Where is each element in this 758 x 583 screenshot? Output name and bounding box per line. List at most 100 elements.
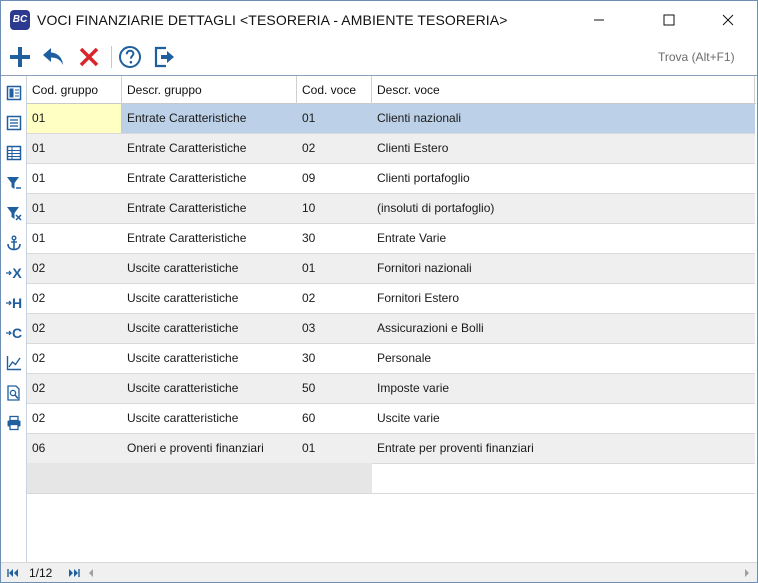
table-row[interactable]: 01 Entrate Caratteristiche 09 Clienti po… bbox=[27, 164, 755, 194]
grid-header: Cod. gruppo Descr. gruppo Cod. voce Desc… bbox=[27, 76, 756, 104]
column-header-cod-voce[interactable]: Cod. voce bbox=[297, 76, 372, 104]
table-row[interactable]: 02 Uscite caratteristiche 01 Fornitori n… bbox=[27, 254, 755, 284]
delete-icon bbox=[79, 47, 99, 67]
close-button[interactable] bbox=[705, 1, 751, 39]
cell-descr-voce[interactable]: Clienti portafoglio bbox=[372, 164, 755, 193]
page-indicator: 1/12 bbox=[29, 566, 53, 580]
maximize-button[interactable] bbox=[646, 1, 692, 39]
cell-cod-voce[interactable]: 03 bbox=[297, 314, 372, 343]
first-page-button[interactable] bbox=[6, 566, 20, 580]
table-row[interactable]: 01 Entrate Caratteristiche 01 Clienti na… bbox=[27, 104, 755, 134]
cell-cod-gruppo[interactable]: 06 bbox=[27, 434, 122, 463]
cell-descr-gruppo[interactable]: Entrate Caratteristiche bbox=[122, 224, 297, 253]
cell-descr-voce[interactable]: Uscite varie bbox=[372, 404, 755, 433]
filter-clear-icon bbox=[7, 207, 22, 221]
cell-cod-voce[interactable]: 02 bbox=[297, 284, 372, 313]
cell-cod-gruppo[interactable]: 01 bbox=[27, 194, 122, 223]
cell-cod-voce[interactable]: 30 bbox=[297, 344, 372, 373]
cell-descr-voce[interactable]: Entrate per proventi finanziari bbox=[372, 434, 755, 463]
chart-button[interactable] bbox=[4, 352, 24, 374]
table-row[interactable]: 02 Uscite caratteristiche 50 Imposte var… bbox=[27, 374, 755, 404]
cell-descr-voce[interactable]: Personale bbox=[372, 344, 755, 373]
cell-descr-gruppo[interactable]: Entrate Caratteristiche bbox=[122, 104, 297, 133]
scroll-left-icon[interactable] bbox=[87, 568, 95, 578]
cell-cod-voce[interactable]: 10 bbox=[297, 194, 372, 223]
help-button[interactable] bbox=[115, 42, 145, 72]
table-row[interactable]: 01 Entrate Caratteristiche 30 Entrate Va… bbox=[27, 224, 755, 254]
column-h-button[interactable]: H bbox=[4, 292, 24, 314]
table-row[interactable]: 01 Entrate Caratteristiche 10 (insoluti … bbox=[27, 194, 755, 224]
cell-cod-gruppo[interactable]: 02 bbox=[27, 314, 122, 343]
cell-descr-gruppo[interactable]: Uscite caratteristiche bbox=[122, 314, 297, 343]
cell-descr-voce[interactable]: Fornitori Estero bbox=[372, 284, 755, 313]
cell-cod-gruppo[interactable]: 01 bbox=[27, 134, 122, 163]
column-header-descr-gruppo[interactable]: Descr. gruppo bbox=[122, 76, 297, 104]
scroll-right-icon[interactable] bbox=[743, 568, 751, 578]
cell-cod-voce[interactable]: 60 bbox=[297, 404, 372, 433]
undo-button[interactable] bbox=[39, 42, 69, 72]
column-c-button[interactable]: C bbox=[4, 322, 24, 344]
title-bar[interactable]: BC VOCI FINANZIARIE DETTAGLI <TESORERIA … bbox=[1, 1, 757, 39]
list-view-icon bbox=[6, 115, 22, 131]
cell-descr-gruppo[interactable]: Uscite caratteristiche bbox=[122, 254, 297, 283]
cell-descr-gruppo[interactable]: Entrate Caratteristiche bbox=[122, 164, 297, 193]
cell-descr-gruppo[interactable]: Uscite caratteristiche bbox=[122, 284, 297, 313]
anchor-button[interactable] bbox=[4, 232, 24, 254]
cell-cod-voce[interactable]: 30 bbox=[297, 224, 372, 253]
table-row[interactable]: 02 Uscite caratteristiche 03 Assicurazio… bbox=[27, 314, 755, 344]
cell-cod-voce[interactable]: 01 bbox=[297, 104, 372, 133]
cell-descr-voce[interactable]: Clienti nazionali bbox=[372, 104, 755, 133]
cell-cod-voce[interactable]: 09 bbox=[297, 164, 372, 193]
cell-cod-gruppo[interactable]: 02 bbox=[27, 404, 122, 433]
new-row[interactable] bbox=[27, 463, 372, 493]
cell-cod-voce[interactable]: 01 bbox=[297, 254, 372, 283]
cell-descr-voce[interactable]: Entrate Varie bbox=[372, 224, 755, 253]
cell-descr-gruppo[interactable]: Uscite caratteristiche bbox=[122, 404, 297, 433]
cell-cod-gruppo[interactable]: 02 bbox=[27, 344, 122, 373]
table-row[interactable]: 01 Entrate Caratteristiche 02 Clienti Es… bbox=[27, 134, 755, 164]
exit-button[interactable] bbox=[149, 42, 179, 72]
last-page-button[interactable] bbox=[67, 566, 81, 580]
cell-descr-voce[interactable]: (insoluti di portafoglio) bbox=[372, 194, 755, 223]
table-row[interactable]: 06 Oneri e proventi finanziari 01 Entrat… bbox=[27, 434, 755, 464]
table-row[interactable]: 02 Uscite caratteristiche 02 Fornitori E… bbox=[27, 284, 755, 314]
cell-cod-gruppo[interactable]: 02 bbox=[27, 254, 122, 283]
column-x-button[interactable]: X bbox=[4, 262, 24, 284]
form-view-button[interactable] bbox=[4, 82, 24, 104]
cell-cod-gruppo[interactable]: 01 bbox=[27, 104, 122, 133]
cell-descr-voce[interactable]: Imposte varie bbox=[372, 374, 755, 403]
column-header-cod-gruppo[interactable]: Cod. gruppo bbox=[27, 76, 122, 104]
list-view-button[interactable] bbox=[4, 112, 24, 134]
cell-descr-voce[interactable]: Clienti Estero bbox=[372, 134, 755, 163]
grid-view-button[interactable] bbox=[4, 142, 24, 164]
cell-descr-gruppo[interactable]: Uscite caratteristiche bbox=[122, 374, 297, 403]
first-page-icon bbox=[7, 569, 18, 577]
data-grid: Cod. gruppo Descr. gruppo Cod. voce Desc… bbox=[27, 76, 756, 562]
cell-cod-voce[interactable]: 50 bbox=[297, 374, 372, 403]
cell-cod-gruppo[interactable]: 02 bbox=[27, 284, 122, 313]
cell-cod-gruppo[interactable]: 01 bbox=[27, 224, 122, 253]
column-header-descr-voce[interactable]: Descr. voce bbox=[372, 76, 755, 104]
minimize-button[interactable] bbox=[576, 1, 622, 39]
cell-cod-gruppo[interactable]: 01 bbox=[27, 164, 122, 193]
cell-descr-gruppo[interactable]: Uscite caratteristiche bbox=[122, 344, 297, 373]
cell-descr-voce[interactable]: Fornitori nazionali bbox=[372, 254, 755, 283]
cell-descr-voce[interactable]: Assicurazioni e Bolli bbox=[372, 314, 755, 343]
preview-button[interactable] bbox=[4, 382, 24, 404]
add-button[interactable] bbox=[5, 42, 35, 72]
table-row[interactable]: 02 Uscite caratteristiche 60 Uscite vari… bbox=[27, 404, 755, 434]
horizontal-scrollbar[interactable] bbox=[85, 565, 755, 581]
delete-button[interactable] bbox=[74, 42, 104, 72]
close-icon bbox=[722, 14, 734, 26]
cell-descr-gruppo[interactable]: Oneri e proventi finanziari bbox=[122, 434, 297, 463]
filter-clear-button[interactable] bbox=[4, 202, 24, 224]
cell-descr-gruppo[interactable]: Entrate Caratteristiche bbox=[122, 194, 297, 223]
table-row[interactable]: 02 Uscite caratteristiche 30 Personale bbox=[27, 344, 755, 374]
cell-cod-voce[interactable]: 02 bbox=[297, 134, 372, 163]
cell-cod-gruppo[interactable]: 02 bbox=[27, 374, 122, 403]
filter-button[interactable] bbox=[4, 172, 24, 194]
cell-descr-gruppo[interactable]: Entrate Caratteristiche bbox=[122, 134, 297, 163]
print-button[interactable] bbox=[4, 412, 24, 434]
search-input[interactable] bbox=[653, 46, 756, 68]
cell-cod-voce[interactable]: 01 bbox=[297, 434, 372, 463]
